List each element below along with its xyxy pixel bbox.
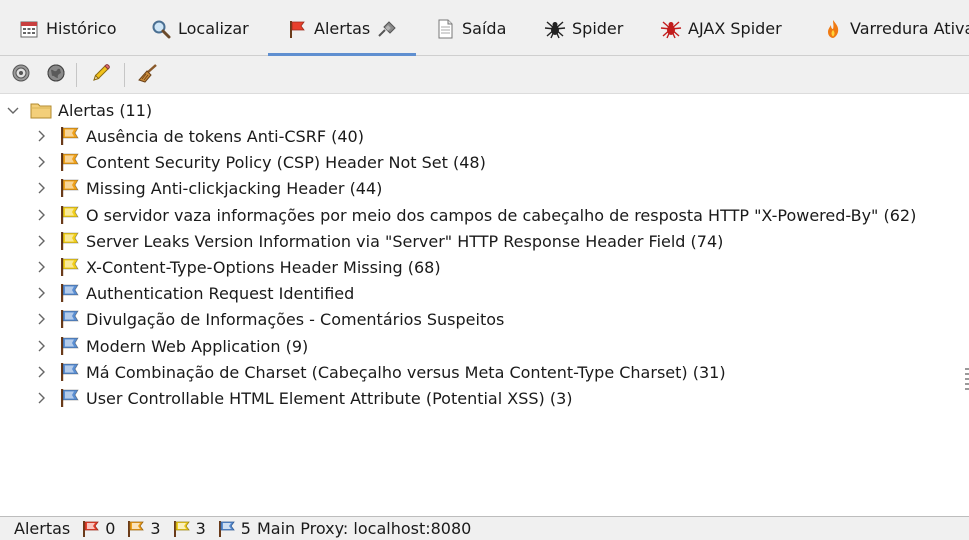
tab-bar: Histórico Localizar Alertas Saída Spider… — [0, 0, 969, 56]
low-flag-icon — [171, 520, 193, 538]
tab-historico[interactable]: Histórico — [18, 0, 116, 55]
alert-label: Missing Anti-clickjacking Header (44) — [86, 178, 383, 198]
pin-icon[interactable] — [376, 19, 398, 39]
tab-saida[interactable]: Saída — [434, 0, 506, 55]
chevron-right-icon[interactable] — [34, 181, 48, 195]
tab-label: AJAX Spider — [688, 19, 782, 38]
chevron-right-icon[interactable] — [34, 391, 48, 405]
medium-risk-flag-icon — [59, 126, 81, 146]
globe-button[interactable] — [44, 64, 68, 86]
alert-label: Content Security Policy (CSP) Header Not… — [86, 152, 486, 172]
info-risk-flag-icon — [59, 309, 81, 329]
chevron-right-icon[interactable] — [34, 234, 48, 248]
low-risk-flag-icon — [59, 205, 81, 225]
info-risk-flag-icon — [59, 283, 81, 303]
folder-icon — [30, 100, 52, 120]
high-alert-count: 0 — [105, 519, 116, 538]
info-flag-icon — [216, 520, 238, 538]
red-flag-icon — [286, 18, 308, 40]
tree-row[interactable]: X-Content-Type-Options Header Missing (6… — [34, 254, 441, 280]
tab-label: Varredura Ativa — [850, 19, 969, 38]
chevron-right-icon[interactable] — [34, 129, 48, 143]
alert-label: Server Leaks Version Information via "Se… — [86, 231, 724, 251]
pencil-icon — [91, 63, 111, 87]
tree-row[interactable]: O servidor vaza informações por meio dos… — [34, 202, 916, 228]
chevron-down-icon[interactable] — [6, 103, 20, 117]
flame-icon — [822, 18, 844, 40]
tree-root-label: Alertas (11) — [58, 100, 153, 120]
clear-button[interactable] — [136, 64, 160, 86]
spider-icon — [544, 18, 566, 40]
medium-risk-flag-icon — [59, 152, 81, 172]
tab-label: Alertas — [314, 19, 371, 38]
edit-button[interactable] — [89, 64, 113, 86]
info-risk-flag-icon — [59, 388, 81, 408]
status-bar: Alertas 0 3 3 5 Main Proxy: localhost:80… — [0, 516, 969, 540]
tab-varredura-ativa[interactable]: Varredura Ativa — [822, 0, 969, 55]
alerts-tree: Alertas (11) Ausência de tokens Anti-CSR… — [0, 94, 969, 516]
tree-row[interactable]: Divulgação de Informações - Comentários … — [34, 306, 504, 332]
tab-label: Saída — [462, 19, 507, 38]
broom-icon — [137, 63, 159, 87]
tab-spider[interactable]: Spider — [544, 0, 623, 55]
high-flag-icon — [80, 520, 102, 538]
alert-label: Modern Web Application (9) — [86, 336, 309, 356]
chevron-right-icon[interactable] — [34, 339, 48, 353]
chevron-right-icon[interactable] — [34, 286, 48, 300]
target-icon — [11, 63, 31, 87]
tree-row[interactable]: Content Security Policy (CSP) Header Not… — [34, 149, 486, 175]
tree-row[interactable]: Server Leaks Version Information via "Se… — [34, 228, 723, 254]
tree-row[interactable]: Modern Web Application (9) — [34, 333, 308, 359]
alert-label: User Controllable HTML Element Attribute… — [86, 388, 573, 408]
red-spider-icon — [660, 18, 682, 40]
tab-ajax-spider[interactable]: AJAX Spider — [660, 0, 782, 55]
tab-label: Histórico — [46, 19, 117, 38]
tree-root[interactable]: Alertas (11) — [6, 97, 152, 123]
alerts-toolbar — [0, 56, 969, 94]
calendar-icon — [18, 18, 40, 40]
low-alert-count: 3 — [195, 519, 206, 538]
status-alerts-label: Alertas — [14, 519, 71, 538]
alert-label: Ausência de tokens Anti-CSRF (40) — [86, 126, 364, 146]
tree-row[interactable]: Má Combinação de Charset (Cabeçalho vers… — [34, 359, 726, 385]
medium-alert-count: 3 — [150, 519, 161, 538]
low-risk-flag-icon — [59, 257, 81, 277]
alert-label: O servidor vaza informações por meio dos… — [86, 205, 917, 225]
splitter-grip[interactable] — [965, 368, 969, 390]
tab-label: Spider — [572, 19, 624, 38]
alert-label: X-Content-Type-Options Header Missing (6… — [86, 257, 441, 277]
toolbar-separator — [124, 63, 125, 87]
tab-alertas[interactable]: Alertas — [268, 0, 417, 56]
medium-risk-flag-icon — [59, 178, 81, 198]
proxy-status: Main Proxy: localhost:8080 — [256, 519, 472, 538]
alert-label: Authentication Request Identified — [86, 283, 355, 303]
globe-icon — [46, 63, 66, 87]
chevron-right-icon[interactable] — [34, 208, 48, 222]
chevron-right-icon[interactable] — [34, 365, 48, 379]
low-risk-flag-icon — [59, 231, 81, 251]
tree-row[interactable]: Missing Anti-clickjacking Header (44) — [34, 175, 382, 201]
tab-label: Localizar — [178, 19, 249, 38]
toolbar-separator — [76, 63, 77, 87]
target-button[interactable] — [9, 64, 33, 86]
chevron-right-icon[interactable] — [34, 260, 48, 274]
info-risk-flag-icon — [59, 336, 81, 356]
magnifier-icon — [150, 18, 172, 40]
info-alert-count: 5 — [240, 519, 251, 538]
medium-flag-icon — [125, 520, 147, 538]
chevron-right-icon[interactable] — [34, 155, 48, 169]
alert-label: Divulgação de Informações - Comentários … — [86, 309, 505, 329]
alert-label: Má Combinação de Charset (Cabeçalho vers… — [86, 362, 726, 382]
chevron-right-icon[interactable] — [34, 312, 48, 326]
info-risk-flag-icon — [59, 362, 81, 382]
tree-row[interactable]: Ausência de tokens Anti-CSRF (40) — [34, 123, 364, 149]
tree-row[interactable]: User Controllable HTML Element Attribute… — [34, 385, 573, 411]
document-icon — [434, 18, 456, 40]
tab-localizar[interactable]: Localizar — [150, 0, 249, 55]
tree-row[interactable]: Authentication Request Identified — [34, 280, 354, 306]
